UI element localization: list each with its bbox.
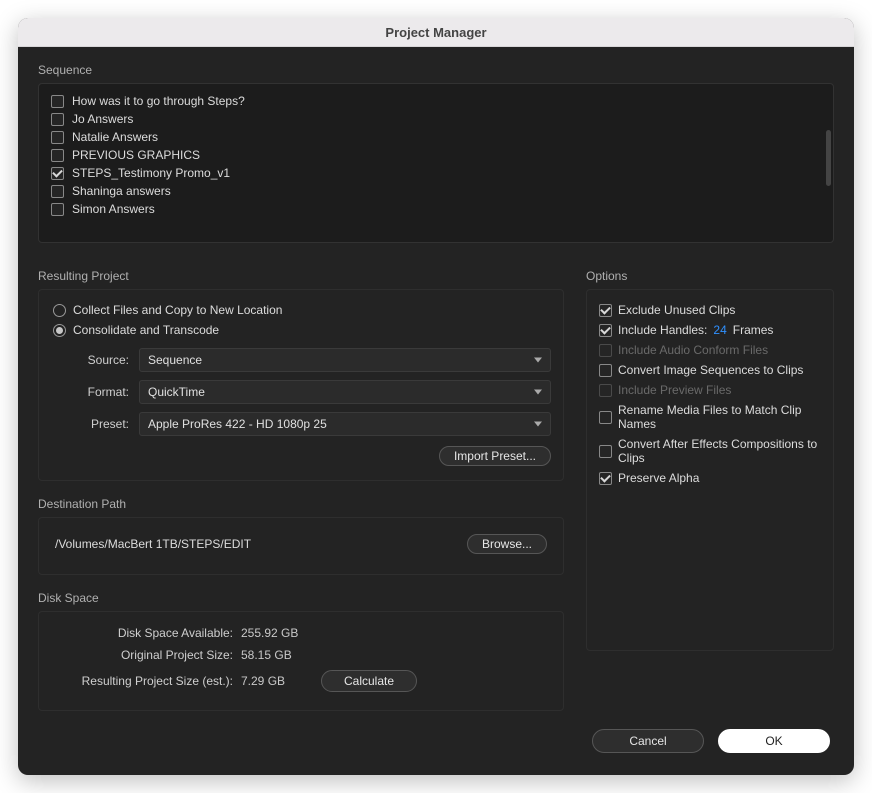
sequence-item[interactable]: Simon Answers [49, 200, 823, 218]
option-convert_img[interactable]: Convert Image Sequences to Clips [599, 360, 821, 380]
destination-path-label: Destination Path [38, 497, 564, 511]
checkbox-icon[interactable] [51, 203, 64, 216]
chevron-down-icon [534, 422, 542, 427]
resulting-project-group: Collect Files and Copy to New Location C… [38, 289, 564, 481]
preset-label: Preset: [51, 417, 139, 431]
calculate-button[interactable]: Calculate [321, 670, 417, 692]
checkbox-icon[interactable] [599, 364, 612, 377]
chevron-down-icon [534, 358, 542, 363]
handles-frames-suffix: Frames [733, 323, 774, 337]
resulting-project-label: Resulting Project [38, 269, 564, 283]
radio-consolidate-transcode[interactable]: Consolidate and Transcode [51, 320, 551, 340]
options-label: Options [586, 269, 834, 283]
option-handles[interactable]: Include Handles: 24 Frames [599, 320, 821, 340]
cancel-button[interactable]: Cancel [592, 729, 704, 753]
browse-button[interactable]: Browse... [467, 534, 547, 554]
option-label: Convert Image Sequences to Clips [618, 363, 803, 377]
disk-est-value: 7.29 GB [241, 674, 311, 688]
option-label: Include Handles: [618, 323, 707, 337]
checkbox-icon [599, 384, 612, 397]
radio-icon [53, 304, 66, 317]
sequence-item-label: Natalie Answers [72, 130, 158, 144]
format-label: Format: [51, 385, 139, 399]
import-preset-button[interactable]: Import Preset... [439, 446, 551, 466]
scrollbar-thumb[interactable] [826, 130, 831, 186]
destination-path-value: /Volumes/MacBert 1TB/STEPS/EDIT [55, 537, 251, 551]
checkbox-icon[interactable] [51, 167, 64, 180]
option-label: Convert After Effects Compositions to Cl… [618, 437, 821, 465]
radio-icon [53, 324, 66, 337]
sequence-item-label: Shaninga answers [72, 184, 171, 198]
sequence-item[interactable]: Jo Answers [49, 110, 823, 128]
dialog-title: Project Manager [18, 18, 854, 47]
option-exclude[interactable]: Exclude Unused Clips [599, 300, 821, 320]
radio-label: Consolidate and Transcode [73, 323, 219, 337]
sequence-item[interactable]: STEPS_Testimony Promo_v1 [49, 164, 823, 182]
sequence-item[interactable]: Shaninga answers [49, 182, 823, 200]
checkbox-icon[interactable] [51, 95, 64, 108]
disk-est-label: Resulting Project Size (est.): [51, 674, 241, 688]
disk-space-label: Disk Space [38, 591, 564, 605]
sequence-item[interactable]: Natalie Answers [49, 128, 823, 146]
disk-orig-value: 58.15 GB [241, 648, 292, 662]
sequence-item-label: STEPS_Testimony Promo_v1 [72, 166, 230, 180]
format-select[interactable]: QuickTime [139, 380, 551, 404]
option-alpha[interactable]: Preserve Alpha [599, 468, 821, 488]
option-audio: Include Audio Conform Files [599, 340, 821, 360]
source-select[interactable]: Sequence [139, 348, 551, 372]
preset-select[interactable]: Apple ProRes 422 - HD 1080p 25 [139, 412, 551, 436]
radio-label: Collect Files and Copy to New Location [73, 303, 282, 317]
sequence-item-label: PREVIOUS GRAPHICS [72, 148, 200, 162]
option-label: Rename Media Files to Match Clip Names [618, 403, 821, 431]
sequence-item[interactable]: How was it to go through Steps? [49, 92, 823, 110]
disk-orig-label: Original Project Size: [51, 648, 241, 662]
project-manager-dialog: Project Manager Sequence How was it to g… [18, 18, 854, 775]
checkbox-icon[interactable] [51, 113, 64, 126]
checkbox-icon[interactable] [599, 304, 612, 317]
checkbox-icon[interactable] [599, 472, 612, 485]
disk-space-group: Disk Space Available: 255.92 GB Original… [38, 611, 564, 711]
checkbox-icon[interactable] [51, 185, 64, 198]
radio-collect-files[interactable]: Collect Files and Copy to New Location [51, 300, 551, 320]
sequence-item-label: Simon Answers [72, 202, 155, 216]
checkbox-icon[interactable] [599, 411, 612, 424]
option-label: Exclude Unused Clips [618, 303, 735, 317]
option-label: Include Preview Files [618, 383, 731, 397]
sequence-item-label: How was it to go through Steps? [72, 94, 245, 108]
disk-avail-value: 255.92 GB [241, 626, 298, 640]
option-rename[interactable]: Rename Media Files to Match Clip Names [599, 400, 821, 434]
checkbox-icon[interactable] [599, 324, 612, 337]
dialog-footer: Cancel OK [38, 711, 834, 755]
sequence-item-label: Jo Answers [72, 112, 133, 126]
option-preview: Include Preview Files [599, 380, 821, 400]
handles-frames-value[interactable]: 24 [713, 323, 726, 337]
chevron-down-icon [534, 390, 542, 395]
disk-avail-label: Disk Space Available: [51, 626, 241, 640]
sequence-item[interactable]: PREVIOUS GRAPHICS [49, 146, 823, 164]
sequence-label: Sequence [38, 63, 834, 77]
format-value: QuickTime [148, 385, 205, 399]
checkbox-icon[interactable] [51, 131, 64, 144]
options-group: Exclude Unused Clips Include Handles: 24 Fr… [586, 289, 834, 651]
option-label: Preserve Alpha [618, 471, 699, 485]
destination-path-group: /Volumes/MacBert 1TB/STEPS/EDIT Browse..… [38, 517, 564, 575]
checkbox-icon[interactable] [51, 149, 64, 162]
source-label: Source: [51, 353, 139, 367]
preset-value: Apple ProRes 422 - HD 1080p 25 [148, 417, 327, 431]
checkbox-icon[interactable] [599, 445, 612, 458]
option-ae[interactable]: Convert After Effects Compositions to Cl… [599, 434, 821, 468]
ok-button[interactable]: OK [718, 729, 830, 753]
sequence-panel: How was it to go through Steps? Jo Answer… [38, 83, 834, 243]
source-value: Sequence [148, 353, 202, 367]
option-label: Include Audio Conform Files [618, 343, 768, 357]
checkbox-icon [599, 344, 612, 357]
